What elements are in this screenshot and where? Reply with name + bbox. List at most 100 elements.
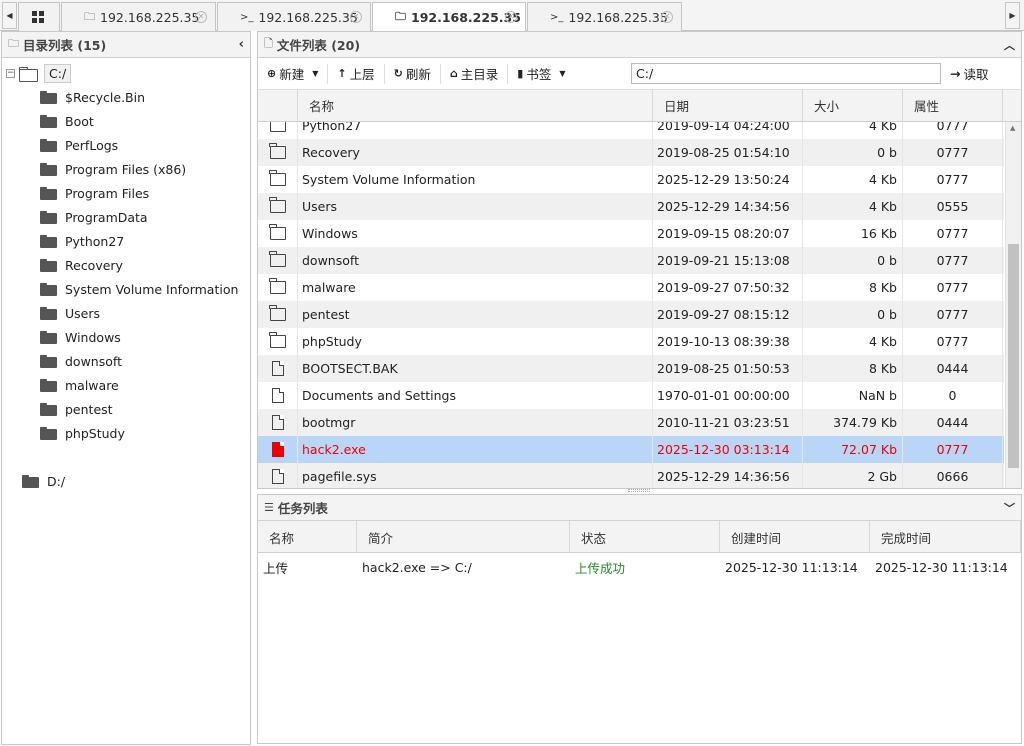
close-icon[interactable]: ✕: [505, 11, 517, 23]
tab-scroll-right-button[interactable]: ▶: [1005, 2, 1020, 29]
tree-item[interactable]: $Recycle.Bin: [40, 86, 145, 108]
file-size: 4 Kb: [803, 166, 903, 193]
file-row[interactable]: malware 2019-09-27 07:50:32 8 Kb 0777: [258, 274, 1004, 301]
arrow-right-icon: →: [950, 66, 961, 81]
file-red-icon: [271, 442, 284, 457]
tree-item[interactable]: pentest: [40, 398, 113, 420]
tree-item-label[interactable]: $Recycle.Bin: [65, 90, 145, 105]
bookmark-button[interactable]: ▮ 书签 ▼: [508, 64, 574, 84]
file-row[interactable]: Recovery 2019-08-25 01:54:10 0 b 0777: [258, 139, 1004, 166]
new-button[interactable]: ⊕ 新建 ▼: [258, 63, 329, 84]
tree-item[interactable]: PerfLogs: [40, 134, 118, 156]
file-list-scrollbar[interactable]: ▲ ▼: [1005, 122, 1021, 488]
tree-item-label[interactable]: Users: [65, 306, 100, 321]
tab-terminal-2[interactable]: >_ 192.168.225.35 ✕: [527, 2, 682, 31]
tree-node-label[interactable]: D:/: [47, 474, 65, 489]
tree-item[interactable]: Program Files (x86): [40, 158, 186, 180]
tree-item-label[interactable]: System Volume Information: [65, 282, 238, 297]
file-row[interactable]: Users 2025-12-29 14:34:56 4 Kb 0555: [258, 193, 1004, 220]
tree-item-label[interactable]: pentest: [65, 402, 113, 417]
tree-item-label[interactable]: Program Files: [65, 186, 149, 201]
tree-item[interactable]: System Volume Information: [40, 278, 238, 300]
file-date: 2010-11-21 03:23:51: [653, 409, 803, 436]
tab-file-manager-active[interactable]: 🗀 192.168.225.35 ✕: [372, 2, 526, 32]
collapse-toggle-icon[interactable]: −: [6, 68, 15, 78]
tree-item[interactable]: Program Files: [40, 182, 149, 204]
tree-item[interactable]: downsoft: [40, 350, 122, 372]
up-button-label: 上层: [349, 67, 375, 82]
tab-file-manager-1[interactable]: 🗀 192.168.225.35 ✕: [61, 2, 216, 31]
tree-item-label[interactable]: Python27: [65, 234, 124, 249]
close-icon[interactable]: ✕: [195, 11, 207, 23]
list-icon: ☰: [264, 501, 274, 514]
chevron-down-icon[interactable]: ﹀: [1004, 500, 1015, 516]
file-row[interactable]: Windows 2019-09-15 08:20:07 16 Kb 0777: [258, 220, 1004, 247]
col-date[interactable]: 日期: [653, 90, 803, 121]
file-row[interactable]: pentest 2019-09-27 08:15:12 0 b 0777: [258, 301, 1004, 328]
tree-item-label[interactable]: PerfLogs: [65, 138, 118, 153]
tree-item[interactable]: malware: [40, 374, 119, 396]
tab-label: 192.168.225.35: [568, 9, 668, 25]
tree-item[interactable]: ProgramData: [40, 206, 148, 228]
tree-item-label[interactable]: Program Files (x86): [65, 162, 186, 177]
tab-terminal-1[interactable]: >_ 192.168.225.35 ✕: [217, 2, 371, 31]
collapse-left-icon[interactable]: ‹: [239, 37, 244, 52]
close-icon[interactable]: ✕: [661, 11, 673, 23]
file-row[interactable]: hack2.exe 2025-12-30 03:13:14 72.07 Kb 0777: [258, 436, 1004, 463]
folder-icon: [269, 197, 286, 213]
file-size: 72.07 Kb: [803, 436, 903, 463]
refresh-button-label: 刷新: [405, 67, 431, 82]
read-button-label: 读取: [963, 67, 989, 82]
tab-home[interactable]: [18, 2, 60, 31]
home-button[interactable]: ⌂ 主目录: [441, 63, 509, 84]
file-table-header: 名称 日期 大小 属性: [258, 90, 1021, 122]
splitter-handle[interactable]: [628, 489, 650, 492]
tree-item-label[interactable]: ProgramData: [65, 210, 148, 225]
tree-item[interactable]: Users: [40, 302, 100, 324]
tab-label: 192.168.225.35: [100, 9, 200, 25]
file-size: 2 Gb: [803, 463, 903, 488]
file-size: 0 b: [803, 301, 903, 328]
file-row[interactable]: pagefile.sys 2025-12-29 14:36:56 2 Gb 0666: [258, 463, 1004, 488]
tree-node-label[interactable]: C:/: [44, 63, 72, 83]
tree-root-d[interactable]: D:/: [22, 470, 65, 492]
scrollbar-thumb[interactable]: [1008, 244, 1019, 468]
col-attr[interactable]: 属性: [903, 90, 1003, 121]
tab-label: 192.168.225.35: [258, 9, 358, 25]
file-size: 374.79 Kb: [803, 409, 903, 436]
tree-item-label[interactable]: phpStudy: [65, 426, 125, 441]
tree-item[interactable]: Boot: [40, 110, 94, 132]
tree-item-label[interactable]: Recovery: [65, 258, 123, 273]
close-icon[interactable]: ✕: [350, 11, 362, 23]
chevron-up-icon[interactable]: ︿: [1004, 37, 1015, 53]
tree-item[interactable]: Windows: [40, 326, 121, 348]
scroll-up-icon[interactable]: ▲: [1010, 124, 1015, 132]
file-row[interactable]: phpStudy 2019-10-13 08:39:38 4 Kb 0777: [258, 328, 1004, 355]
grid-icon: [32, 11, 44, 23]
task-col-status: 状态: [570, 521, 720, 553]
file-size: 4 Kb: [803, 122, 903, 139]
tab-scroll-left-button[interactable]: ◀: [2, 2, 17, 29]
up-button[interactable]: ↑ 上层: [328, 63, 385, 84]
read-button[interactable]: → 读取: [950, 64, 989, 83]
tree-item[interactable]: Python27: [40, 230, 124, 252]
file-row[interactable]: BOOTSECT.BAK 2019-08-25 01:50:53 8 Kb 0444: [258, 355, 1004, 382]
tree-item-label[interactable]: Windows: [65, 330, 121, 345]
file-row[interactable]: bootmgr 2010-11-21 03:23:51 374.79 Kb 0444: [258, 409, 1004, 436]
tree-item-label[interactable]: Boot: [65, 114, 94, 129]
folder-icon: [22, 474, 39, 488]
tree-root-c[interactable]: − C:/: [6, 62, 72, 84]
col-size[interactable]: 大小: [803, 90, 903, 121]
path-input[interactable]: [631, 63, 941, 84]
file-row[interactable]: Documents and Settings 1970-01-01 00:00:0…: [258, 382, 1004, 409]
file-row[interactable]: Python27 2019-09-14 04:24:00 4 Kb 0777: [258, 122, 1004, 139]
tree-item-label[interactable]: downsoft: [65, 354, 122, 369]
file-row[interactable]: System Volume Information 2025-12-29 13:5…: [258, 166, 1004, 193]
col-name[interactable]: 名称: [298, 90, 653, 121]
tree-item[interactable]: Recovery: [40, 254, 123, 276]
refresh-button[interactable]: ↻ 刷新: [385, 63, 441, 84]
tree-item[interactable]: phpStudy: [40, 422, 125, 444]
file-name: pentest: [298, 301, 653, 328]
file-row[interactable]: downsoft 2019-09-21 15:13:08 0 b 0777: [258, 247, 1004, 274]
tree-item-label[interactable]: malware: [65, 378, 119, 393]
